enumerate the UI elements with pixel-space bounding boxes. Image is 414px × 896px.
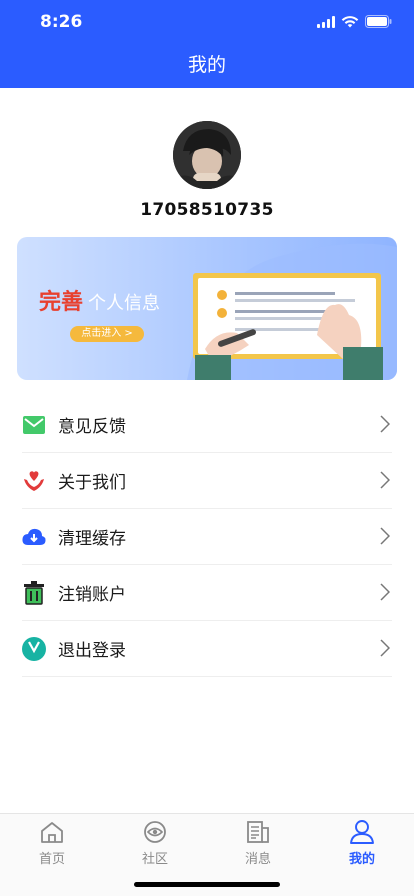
tab-label: 社区 <box>141 852 168 867</box>
user-phone: 17058510735 <box>140 200 274 220</box>
profile-screen: 8:26 我的 17058510735 完善 个人信息 点击进入 > 意见反馈 … <box>0 0 414 896</box>
menu-item-logout[interactable]: 退出登录 <box>22 621 392 677</box>
menu-label: 关于我们 <box>58 473 126 493</box>
app-header: 8:26 我的 <box>0 0 414 88</box>
signal-icon <box>317 13 335 32</box>
tab-mine[interactable]: 我的 <box>327 818 397 867</box>
menu-item-feedback[interactable]: 意见反馈 <box>22 397 392 453</box>
chevron-right-icon <box>380 527 391 549</box>
news-icon <box>223 818 293 846</box>
mail-icon <box>22 413 46 437</box>
chevron-right-icon <box>380 471 391 493</box>
status-icons <box>317 14 392 30</box>
trash-icon <box>22 580 46 605</box>
banner-title-rest: 个人信息 <box>88 293 160 314</box>
menu-label: 注销账户 <box>58 585 126 605</box>
menu-label: 意见反馈 <box>58 417 126 437</box>
chevron-right-icon <box>380 583 391 605</box>
heart-hands-icon <box>22 469 46 493</box>
tab-label: 我的 <box>348 852 375 867</box>
wifi-icon <box>341 13 359 32</box>
complete-profile-banner[interactable]: 完善 个人信息 点击进入 > <box>17 237 397 380</box>
tab-community[interactable]: 社区 <box>120 818 190 867</box>
status-bar: 8:26 <box>0 0 414 44</box>
chevron-right-icon <box>380 639 391 661</box>
user-icon <box>327 818 397 846</box>
banner-title-highlight: 完善 <box>39 290 84 315</box>
status-time: 8:26 <box>40 12 83 32</box>
tab-home[interactable]: 首页 <box>17 818 87 867</box>
chevron-right-icon <box>380 415 391 437</box>
cloud-download-icon <box>22 525 46 549</box>
home-indicator[interactable] <box>134 882 280 887</box>
settings-menu: 意见反馈 关于我们 清理缓存 注销账户 退出登录 <box>22 397 392 677</box>
tab-label: 首页 <box>38 852 65 867</box>
menu-item-delete-account[interactable]: 注销账户 <box>22 565 392 621</box>
page-title: 我的 <box>187 54 226 76</box>
eye-icon <box>120 818 190 846</box>
logout-icon <box>22 636 46 661</box>
home-icon <box>17 818 87 846</box>
battery-icon <box>365 13 392 32</box>
menu-label: 清理缓存 <box>58 529 126 549</box>
enter-button[interactable]: 点击进入 > <box>70 326 144 342</box>
tab-label: 消息 <box>244 852 271 867</box>
avatar[interactable] <box>173 121 241 189</box>
tab-messages[interactable]: 消息 <box>223 818 293 867</box>
menu-item-about[interactable]: 关于我们 <box>22 453 392 509</box>
menu-item-clear-cache[interactable]: 清理缓存 <box>22 509 392 565</box>
menu-label: 退出登录 <box>58 641 126 661</box>
